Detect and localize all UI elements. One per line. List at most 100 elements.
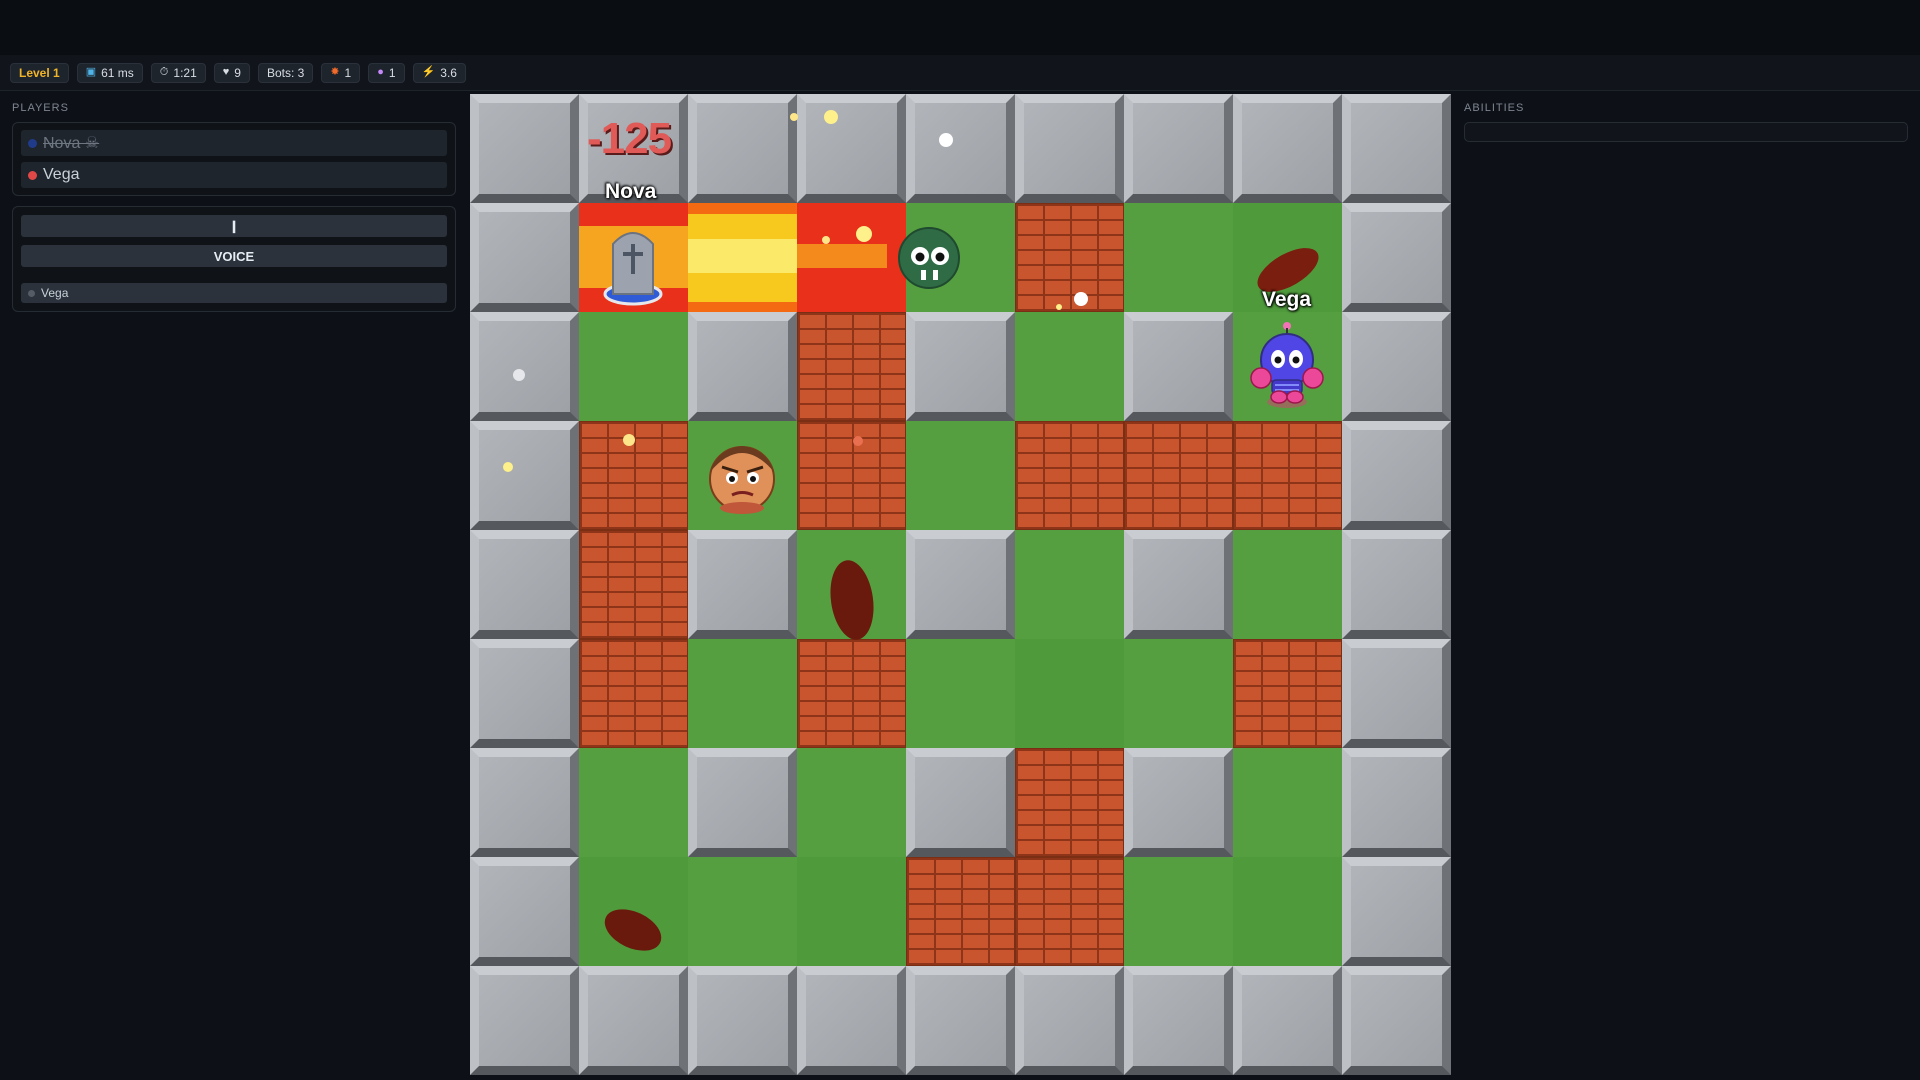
steel-wall-tile <box>688 94 797 203</box>
bomb-count-stat: ● 1 <box>368 62 405 83</box>
player-color-dot <box>28 138 37 148</box>
green-blob-enemy[interactable] <box>898 227 960 289</box>
grass-tile <box>1124 203 1233 312</box>
steel-wall-tile <box>470 530 579 639</box>
steel-wall-tile <box>1124 312 1233 421</box>
player-row-nova[interactable]: Nova ☠ <box>21 130 447 156</box>
grass-tile <box>797 748 906 857</box>
steel-wall-tile <box>1015 94 1124 203</box>
brick-tile <box>579 530 688 639</box>
steel-wall-tile <box>906 312 1015 421</box>
grass-tile <box>1015 639 1124 748</box>
steel-wall-tile <box>906 530 1015 639</box>
tombstone-icon <box>603 232 663 306</box>
grass-tile <box>906 421 1015 530</box>
grass-tile <box>1233 857 1342 966</box>
steel-wall-tile <box>1342 312 1451 421</box>
mic-icon: ❙ <box>228 219 240 233</box>
explosion-hot-core <box>688 239 797 273</box>
spark-particle <box>503 462 513 472</box>
steel-wall-tile <box>1342 639 1451 748</box>
steel-wall-tile <box>688 966 797 1075</box>
steel-wall-tile <box>797 94 906 203</box>
grass-tile <box>579 312 688 421</box>
spark-particle <box>822 236 830 244</box>
spark-particle <box>856 226 872 242</box>
grass-tile <box>906 639 1015 748</box>
steel-wall-tile <box>1342 857 1451 966</box>
score-popup: -125 <box>587 114 672 163</box>
steel-wall-tile <box>1342 530 1451 639</box>
ping-stat: ▣ 61 ms <box>76 62 143 83</box>
steel-wall-tile <box>1342 94 1451 203</box>
spark-particle <box>853 436 863 446</box>
bomb-icon: ● <box>377 66 384 78</box>
steel-wall-tile <box>470 639 579 748</box>
grass-tile <box>1233 530 1342 639</box>
player-name-tag-nova: Nova <box>605 180 657 203</box>
steel-wall-tile <box>1124 94 1233 203</box>
grass-tile <box>1015 312 1124 421</box>
brick-tile <box>1015 857 1124 966</box>
grass-tile <box>688 857 797 966</box>
grass-tile <box>1124 857 1233 966</box>
explosion-core <box>797 244 887 268</box>
brick-tile <box>1015 203 1124 312</box>
spark-particle <box>1074 292 1088 306</box>
steel-wall-tile <box>906 94 1015 203</box>
steel-wall-tile <box>1342 421 1451 530</box>
player-name: Nova ☠ <box>43 135 100 152</box>
steel-wall-tile <box>1015 966 1124 1075</box>
steel-wall-tile <box>688 748 797 857</box>
spark-particle <box>939 133 953 147</box>
spark-particle <box>1056 304 1062 310</box>
steel-wall-tile <box>688 530 797 639</box>
abilities-title: ABILITIES <box>1464 102 1525 114</box>
steel-wall-tile <box>579 966 688 1075</box>
steel-wall-tile <box>470 966 579 1075</box>
steel-wall-tile <box>470 203 579 312</box>
brick-tile <box>906 857 1015 966</box>
steel-wall-tile <box>470 312 579 421</box>
right-sidebar: ABILITIES <box>1464 102 1908 142</box>
grass-tile <box>1015 530 1124 639</box>
steel-wall-tile <box>470 421 579 530</box>
brick-tile <box>1233 421 1342 530</box>
players-list: Nova ☠ Vega <box>12 122 456 196</box>
lives-stat: ♥ 9 <box>213 62 250 83</box>
brick-tile <box>797 312 906 421</box>
ping-icon: ▣ <box>85 66 97 78</box>
heart-icon: ♥ <box>222 66 230 78</box>
steel-wall-tile <box>1124 966 1233 1075</box>
grass-tile <box>688 639 797 748</box>
voice-status-dot <box>28 289 35 297</box>
steel-wall-tile <box>1233 966 1342 1075</box>
brick-tile <box>1015 748 1124 857</box>
timer-icon: ⏱ <box>159 66 169 78</box>
steel-wall-tile <box>1342 966 1451 1075</box>
brick-tile <box>1015 421 1124 530</box>
spark-particle <box>513 369 525 381</box>
steel-wall-tile <box>1342 203 1451 312</box>
steel-wall-tile <box>470 857 579 966</box>
game-board[interactable]: -125 Nova Vega <box>470 94 1451 1075</box>
steel-wall-tile <box>688 312 797 421</box>
steel-wall-tile <box>1233 94 1342 203</box>
timer-stat: ⏱ 1:21 <box>150 62 206 83</box>
spark-particle <box>623 434 635 446</box>
steel-wall-tile <box>797 966 906 1075</box>
bolt-icon: ⚡ <box>421 66 436 78</box>
player-row-vega[interactable]: Vega <box>21 162 447 188</box>
voice-button[interactable]: VOICE <box>21 245 447 267</box>
voice-member-row: Vega <box>21 283 447 303</box>
voice-member-name: Vega <box>41 286 69 300</box>
brick-tile <box>1233 639 1342 748</box>
brick-tile <box>797 421 906 530</box>
spark-particle <box>824 110 838 124</box>
brick-tile <box>1124 421 1233 530</box>
players-title: PLAYERS <box>12 102 69 114</box>
hud-bar: Level 1 ▣ 61 ms ⏱ 1:21 ♥ 9 Bots: 3 ✸ 1 ●… <box>0 55 1920 91</box>
steel-wall-tile <box>906 748 1015 857</box>
mic-toggle-button[interactable]: ❙ <box>21 215 447 237</box>
steel-wall-tile <box>470 94 579 203</box>
